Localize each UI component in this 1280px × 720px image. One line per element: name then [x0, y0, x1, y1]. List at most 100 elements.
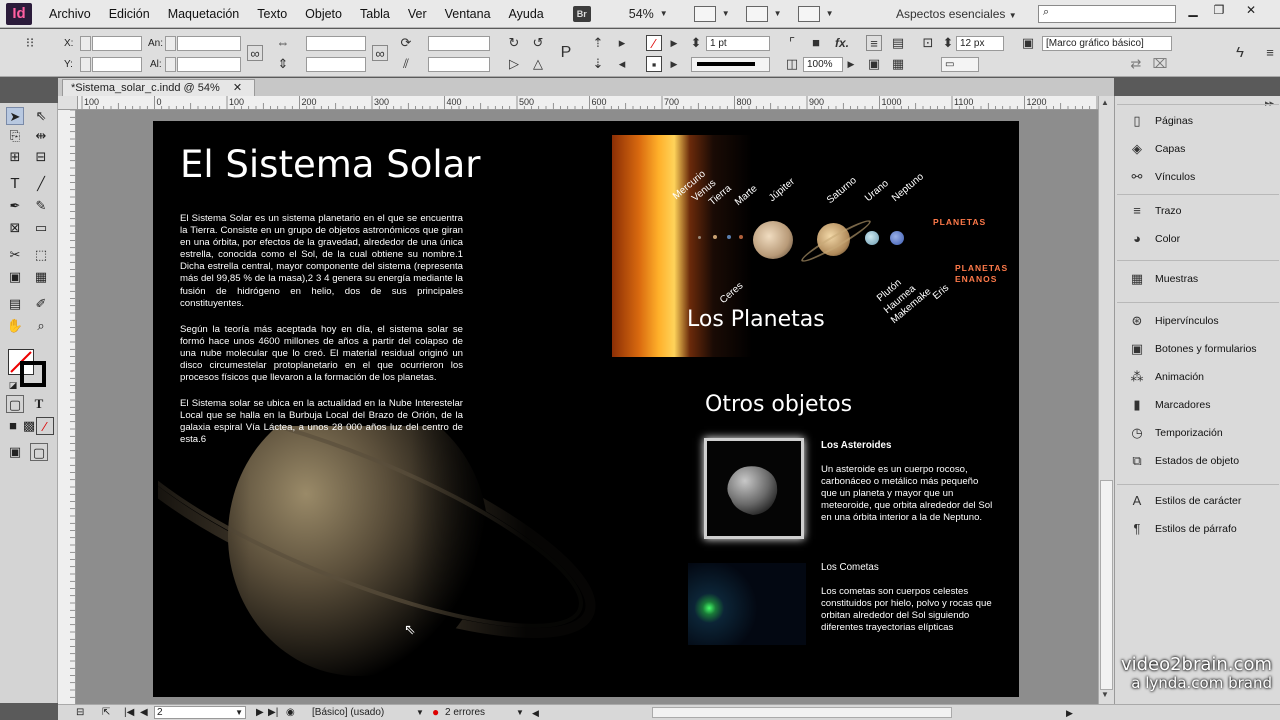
- panel-botones[interactable]: ▣ Botones y formularios: [1127, 339, 1257, 359]
- first-page-icon[interactable]: |◀: [124, 706, 134, 720]
- stroke-color-icon[interactable]: [20, 361, 46, 387]
- view-options-icon[interactable]: [693, 5, 716, 22]
- stroke-dropdown-icon[interactable]: ▶: [666, 56, 682, 72]
- vertical-scrollbar[interactable]: ▲ ▼: [1098, 96, 1114, 704]
- rotate-field[interactable]: [428, 36, 490, 51]
- pencil-tool-icon[interactable]: ✎: [32, 197, 50, 215]
- next-page-icon[interactable]: ▶: [256, 706, 264, 720]
- open-page-icon[interactable]: ⇱: [102, 706, 110, 720]
- comet-image[interactable]: [688, 563, 806, 645]
- apply-none-icon[interactable]: ⁄: [36, 417, 54, 435]
- panel-estilos-parrafo[interactable]: ¶ Estilos de párrafo: [1127, 519, 1237, 539]
- comets-title[interactable]: Los Cometas: [821, 562, 879, 573]
- clear-overrides-icon[interactable]: ⇄: [1128, 56, 1144, 72]
- width-stepper[interactable]: [165, 36, 176, 51]
- ruler-origin[interactable]: [58, 96, 78, 110]
- flip-h-icon[interactable]: ▷: [506, 56, 522, 72]
- last-page-icon[interactable]: ▶|: [268, 706, 278, 720]
- opacity-field[interactable]: 100%: [803, 57, 843, 72]
- preview-toggle-icon[interactable]: ⊟: [76, 706, 84, 720]
- intro-paragraph-1[interactable]: El Sistema Solar es un sistema planetari…: [180, 213, 463, 310]
- screen-mode-icon[interactable]: [745, 5, 768, 22]
- comets-text[interactable]: Los cometas son cuerpos celestes constit…: [821, 586, 993, 634]
- panel-estados[interactable]: ⧉ Estados de objeto: [1127, 451, 1239, 471]
- gap-tool-icon[interactable]: ⇹: [32, 127, 50, 145]
- content-placer-icon[interactable]: ⊟: [32, 148, 50, 166]
- fill-dropdown-icon[interactable]: ▶: [666, 35, 682, 51]
- scale-y-icon[interactable]: ⇕: [275, 56, 291, 72]
- default-colors-icon[interactable]: ◪: [4, 376, 22, 394]
- rotate-cw-icon[interactable]: ↻: [506, 35, 522, 51]
- normal-view-icon[interactable]: ▣: [6, 443, 24, 461]
- panel-hipervinculos[interactable]: ⊛ Hipervínculos: [1127, 311, 1219, 331]
- panel-temporizacion[interactable]: ◷ Temporización: [1127, 423, 1222, 443]
- menu-edicion[interactable]: Edición: [100, 0, 159, 28]
- fit-frame-icon[interactable]: ▦: [890, 56, 906, 72]
- rotate-ccw-icon[interactable]: ↺: [530, 35, 546, 51]
- close-tab-icon[interactable]: ✕: [233, 82, 242, 94]
- panel-vinculos[interactable]: ⚯ Vínculos: [1127, 167, 1196, 187]
- scale-y-field[interactable]: [306, 57, 366, 72]
- screen-mode-dropdown-icon[interactable]: ▼: [774, 9, 782, 18]
- menu-texto[interactable]: Texto: [248, 0, 296, 28]
- width-field[interactable]: [177, 36, 241, 51]
- note-tool-icon[interactable]: ▤: [6, 295, 24, 313]
- flip-v-icon[interactable]: △: [530, 56, 546, 72]
- text-wrap-box-icon[interactable]: ▤: [890, 35, 906, 51]
- panel-trazo[interactable]: ≡ Trazo: [1127, 201, 1181, 221]
- page-tool-icon[interactable]: ⎘: [6, 127, 24, 145]
- fill-swatch-icon[interactable]: ⁄: [646, 35, 662, 51]
- eyedropper-tool-icon[interactable]: ✐: [32, 295, 50, 313]
- menu-archivo[interactable]: Archivo: [40, 0, 100, 28]
- direct-selection-tool-icon[interactable]: ⇖: [32, 107, 50, 125]
- panel-paginas[interactable]: ▯ Páginas: [1127, 111, 1193, 131]
- document-page[interactable]: El Sistema Solar El Sistema Solar es un …: [153, 121, 1019, 697]
- y-field[interactable]: [92, 57, 142, 72]
- height-stepper[interactable]: [165, 57, 176, 72]
- page-title[interactable]: El Sistema Solar: [180, 143, 481, 186]
- constrain-scale-icon[interactable]: ∞: [372, 45, 388, 61]
- scale-x-icon[interactable]: ⇔: [275, 35, 291, 51]
- auto-fit-icon[interactable]: ⊡: [920, 35, 936, 51]
- height-field[interactable]: [177, 57, 241, 72]
- panel-muestras[interactable]: ▦ Muestras: [1127, 269, 1198, 289]
- zoom-level[interactable]: 54%: [629, 7, 654, 21]
- break-link-icon[interactable]: ⌧: [1152, 56, 1168, 72]
- menu-ventana[interactable]: Ventana: [436, 0, 500, 28]
- fit-content-icon[interactable]: ▣: [866, 56, 882, 72]
- arrange-dropdown-icon[interactable]: ▼: [826, 9, 834, 18]
- effects-icon[interactable]: fx.: [834, 35, 850, 51]
- gradient-feather-tool-icon[interactable]: ▦: [32, 268, 50, 286]
- free-transform-tool-icon[interactable]: ⬚: [32, 246, 50, 264]
- restore-button[interactable]: ❐: [1206, 2, 1232, 18]
- scale-x-field[interactable]: [306, 36, 366, 51]
- page-number-field[interactable]: 2 ▼: [154, 706, 246, 719]
- x-stepper[interactable]: [80, 36, 91, 51]
- page-options-icon[interactable]: ◉: [286, 706, 295, 720]
- menu-maquetacion[interactable]: Maquetación: [159, 0, 249, 28]
- quick-apply-icon[interactable]: ϟ: [1232, 45, 1248, 61]
- errors-dropdown-icon[interactable]: ▼: [516, 706, 524, 720]
- intro-paragraph-3[interactable]: El Sistema solar se ubica en la actualid…: [180, 398, 463, 446]
- gap-stepper[interactable]: ⬍: [940, 35, 956, 51]
- saturn-image[interactable]: [158, 426, 618, 686]
- menu-objeto[interactable]: Objeto: [296, 0, 351, 28]
- preflight-profile[interactable]: [Básico] (usado): [312, 706, 384, 720]
- asteroids-title[interactable]: Los Asteroides: [821, 440, 891, 451]
- formatting-text-icon[interactable]: T: [30, 395, 48, 413]
- minimize-button[interactable]: ▁: [1180, 2, 1206, 18]
- text-wrap-none-icon[interactable]: ≡: [866, 35, 882, 51]
- error-count[interactable]: 2 errores: [445, 706, 485, 720]
- formatting-container-icon[interactable]: ▢: [6, 395, 24, 413]
- solar-system-image[interactable]: Mercurio Venus Tierra Marte Júpiter Satu…: [612, 135, 1007, 357]
- close-button[interactable]: ✕: [1238, 2, 1264, 18]
- prev-page-icon[interactable]: ◀: [140, 706, 148, 720]
- menu-tabla[interactable]: Tabla: [351, 0, 399, 28]
- gradient-swatch-tool-icon[interactable]: ▣: [6, 268, 24, 286]
- document-tab[interactable]: *Sistema_solar_c.indd @ 54% ✕: [62, 79, 256, 96]
- asteroids-text[interactable]: Un asteroide es un cuerpo rocoso, carbon…: [821, 464, 993, 524]
- panel-marcadores[interactable]: ▮ Marcadores: [1127, 395, 1210, 415]
- preview-mode-icon[interactable]: ▢: [30, 443, 48, 461]
- arrange-documents-icon[interactable]: [797, 5, 820, 22]
- menu-ayuda[interactable]: Ayuda: [500, 0, 553, 28]
